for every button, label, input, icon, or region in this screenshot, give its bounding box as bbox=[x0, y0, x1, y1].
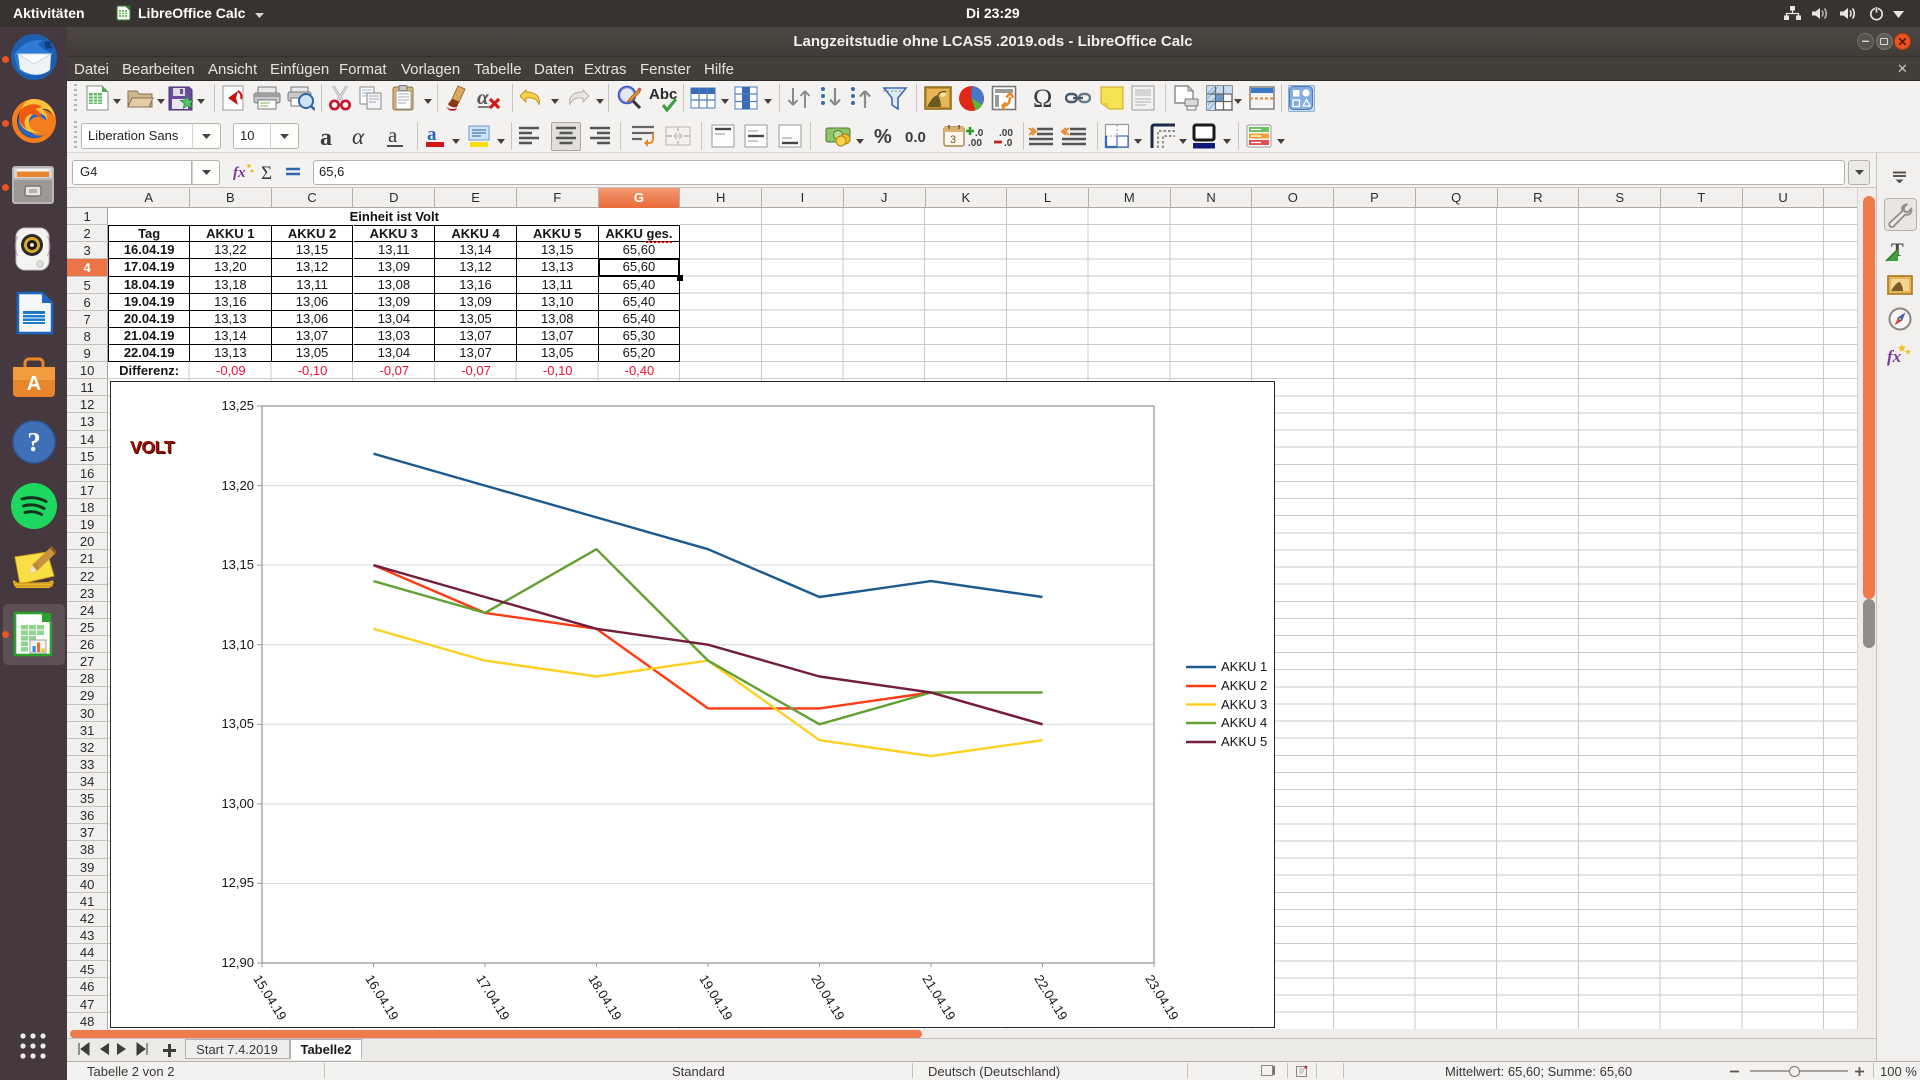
svg-text:*: * bbox=[1304, 1065, 1308, 1074]
svg-text:α: α bbox=[352, 124, 365, 149]
svg-text:.0: .0 bbox=[1004, 138, 1013, 147]
svg-text:0.0: 0.0 bbox=[905, 129, 926, 145]
svg-text:%: % bbox=[874, 126, 892, 146]
svg-text:a: a bbox=[427, 124, 437, 145]
svg-text:fx: fx bbox=[233, 165, 246, 181]
svg-text:a: a bbox=[320, 125, 332, 149]
svg-text:3: 3 bbox=[950, 134, 956, 146]
svg-text:α: α bbox=[477, 85, 489, 109]
svg-text:a: a bbox=[388, 123, 398, 147]
svg-text:fx: fx bbox=[1887, 347, 1902, 366]
svg-text:?: ? bbox=[27, 427, 41, 457]
svg-text:Σ: Σ bbox=[261, 163, 272, 182]
svg-text:.00: .00 bbox=[968, 138, 982, 147]
svg-text:Ω: Ω bbox=[1033, 85, 1052, 111]
svg-text:A: A bbox=[27, 373, 41, 395]
